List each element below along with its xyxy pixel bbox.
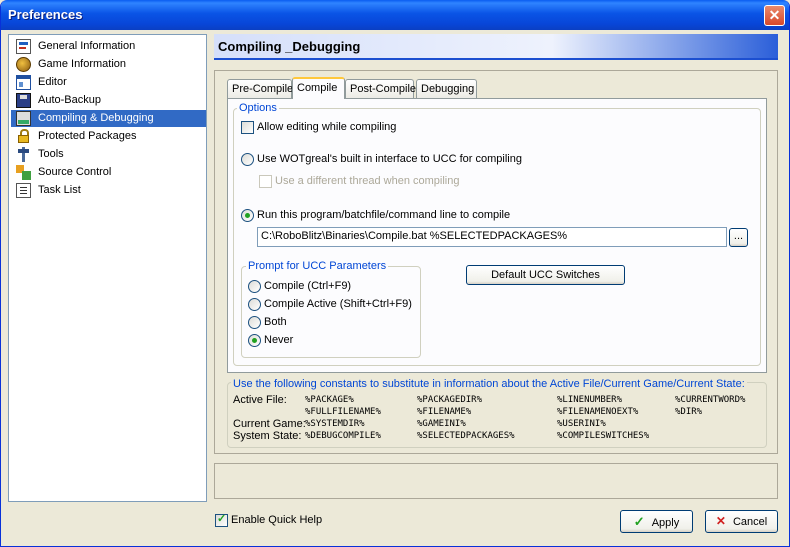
builtin-interface-radio[interactable]	[241, 153, 254, 166]
compile-icon	[16, 111, 31, 126]
prompt-compile-radio[interactable]	[248, 280, 261, 293]
editor-icon	[16, 75, 31, 90]
game-icon	[16, 57, 31, 72]
nav-item-auto-backup[interactable]: Auto-Backup	[11, 92, 206, 109]
prompt-never-radio[interactable]	[248, 334, 261, 347]
info-icon	[16, 39, 31, 54]
browse-button[interactable]: ...	[729, 228, 748, 247]
close-button[interactable]: ✕	[764, 5, 785, 26]
nav-item-general-information[interactable]: General Information	[11, 38, 206, 55]
nav-item-label: Editor	[38, 76, 67, 88]
tab-post-compile[interactable]: Post-Compile	[345, 79, 417, 98]
nav-item-label: Source Control	[38, 166, 112, 178]
browse-label: ...	[733, 230, 744, 242]
options-group-label: Options	[237, 102, 279, 114]
constant-value: %USERINI%	[557, 419, 606, 429]
apply-label: Apply	[651, 517, 680, 529]
constant-value: %DIR%	[675, 407, 703, 417]
allow-editing-label: Allow editing while compiling	[257, 121, 397, 133]
constants-row-label: Current Game:	[233, 418, 306, 430]
constant-value: %LINENUMBER%	[557, 395, 623, 405]
compile-command-input[interactable]: C:\RoboBlitz\Binaries\Compile.bat %SELEC…	[257, 227, 727, 247]
nav-item-label: Tools	[38, 148, 64, 160]
nav-item-tools[interactable]: Tools	[11, 146, 206, 163]
nav-item-protected-packages[interactable]: Protected Packages	[11, 128, 206, 145]
tab-label: Compile	[297, 82, 338, 94]
different-thread-checkbox[interactable]	[259, 175, 272, 188]
checkmark-icon: ✓	[633, 514, 645, 529]
nav-item-source-control[interactable]: Source Control	[11, 164, 206, 181]
cancel-label: Cancel	[732, 516, 768, 528]
nav-item-task-list[interactable]: Task List	[11, 182, 206, 199]
preferences-window: Preferences ✕ General Information Game I…	[0, 0, 790, 547]
prompt-both-radio[interactable]	[248, 316, 261, 329]
window-title: Preferences	[8, 7, 83, 22]
different-thread-label: Use a different thread when compiling	[275, 175, 460, 187]
enable-quick-help-checkbox[interactable]: ✓	[215, 513, 228, 527]
section-header: Compiling _Debugging	[214, 34, 778, 60]
tab-label: Pre-Compile	[232, 83, 294, 95]
constant-value: %FILENAME%	[417, 407, 472, 417]
nav-item-label: Game Information	[38, 58, 127, 70]
constant-value: %CURRENTWORD%	[675, 395, 746, 405]
nav-item-label: Compiling & Debugging	[38, 112, 154, 124]
title-bar[interactable]: Preferences ✕	[1, 0, 789, 30]
cancel-button[interactable]: ✕ Cancel	[705, 510, 778, 533]
section-title: Compiling _Debugging	[218, 39, 361, 54]
nav-item-label: Protected Packages	[38, 130, 137, 142]
constant-value: %GAMEINI%	[417, 419, 466, 429]
run-program-radio[interactable]	[241, 209, 254, 222]
tab-pre-compile[interactable]: Pre-Compile	[227, 79, 294, 98]
floppy-icon	[16, 93, 31, 108]
enable-quick-help-label: Enable Quick Help	[231, 514, 323, 526]
constants-row-label: System State:	[233, 430, 302, 442]
nav-item-editor[interactable]: Editor	[11, 74, 206, 91]
prompt-both-label: Both	[264, 316, 287, 328]
prompt-compile-label: Compile (Ctrl+F9)	[264, 280, 352, 292]
tab-label: Debugging	[421, 83, 475, 95]
radio-selected-dot	[245, 213, 250, 218]
nav-item-compiling-debugging[interactable]: Compiling & Debugging	[11, 110, 206, 127]
close-icon: ✕	[768, 7, 781, 23]
constant-value: %FILENAMENOEXT%	[557, 407, 639, 417]
constant-value: %PACKAGEDIR%	[417, 395, 483, 405]
tab-label: Post-Compile	[350, 83, 417, 95]
run-program-label: Run this program/batchfile/command line …	[257, 209, 511, 221]
nav-item-game-information[interactable]: Game Information	[11, 56, 206, 73]
checkmark-icon: ✓	[217, 513, 227, 525]
default-ucc-switches-label: Default UCC Switches	[491, 269, 600, 281]
constant-value: %FULLFILENAME%	[305, 407, 381, 417]
nav-item-label: Task List	[38, 184, 81, 196]
tab-debugging[interactable]: Debugging	[416, 79, 477, 98]
constant-value: %PACKAGE%	[305, 395, 354, 405]
constant-value: %SELECTEDPACKAGES%	[417, 431, 515, 441]
nav-item-label: Auto-Backup	[38, 94, 101, 106]
source-control-icon	[16, 165, 31, 180]
apply-button[interactable]: ✓ Apply	[620, 510, 693, 533]
radio-selected-dot	[252, 338, 257, 343]
tools-icon	[16, 147, 31, 162]
constant-value: %SYSTEMDIR%	[305, 419, 365, 429]
builtin-interface-label: Use WOTgreal's built in interface to UCC…	[257, 153, 522, 165]
constant-value: %COMPILESWITCHES%	[557, 431, 650, 441]
prompt-compile-active-label: Compile Active (Shift+Ctrl+F9)	[264, 298, 412, 310]
tab-compile[interactable]: Compile	[292, 77, 345, 99]
constants-row-label: Active File:	[233, 394, 287, 406]
category-list[interactable]: General Information Game Information Edi…	[8, 34, 207, 502]
constants-heading: Use the following constants to substitut…	[231, 378, 747, 390]
default-ucc-switches-button[interactable]: Default UCC Switches	[466, 265, 625, 285]
task-list-icon	[16, 183, 31, 198]
prompt-never-label: Never	[264, 334, 294, 346]
lock-icon	[16, 129, 31, 144]
x-icon: ✕	[715, 514, 726, 528]
allow-editing-checkbox[interactable]	[241, 121, 254, 134]
quick-help-area	[214, 463, 778, 499]
prompt-compile-active-radio[interactable]	[248, 298, 261, 311]
prompt-group-label: Prompt for UCC Parameters	[246, 260, 389, 272]
constant-value: %DEBUGCOMPILE%	[305, 431, 381, 441]
nav-item-label: General Information	[38, 40, 136, 52]
